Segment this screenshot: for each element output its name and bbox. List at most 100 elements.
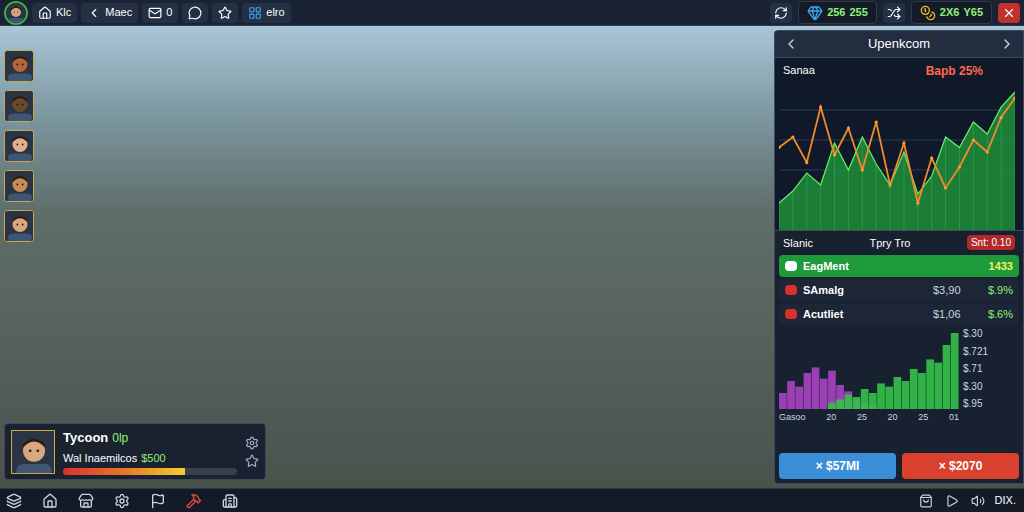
player-amount: $500: [141, 450, 165, 467]
portrait-icon: [6, 3, 26, 23]
player-name: Tycoon: [63, 428, 108, 448]
bottom-nav-button[interactable]: [4, 491, 24, 511]
player-card[interactable]: Tycoon0lpWal Inaemilcos$500: [4, 423, 266, 480]
section-header: SlanicTpry TroSnt: 0.10: [775, 230, 1023, 256]
mail-icon: [148, 6, 162, 20]
top-nav-label: elro: [266, 4, 284, 21]
top-nav-item[interactable]: [212, 3, 238, 23]
panel-title: Upenkcom: [868, 34, 930, 54]
x-tick: 25: [857, 411, 867, 425]
volume-row: $.30 $.721 $.71 $.30 $.95: [779, 329, 1019, 409]
top-nav-label: Maec: [105, 4, 132, 21]
back-icon: [999, 36, 1015, 52]
bottom-bar: DIX.: [0, 488, 1024, 512]
volume-block: $.30$.721$.71$.30$.95Gasoo2025202501: [775, 325, 1023, 449]
x-tick: 20: [826, 411, 836, 425]
x-axis: Gasoo2025202501: [779, 409, 959, 425]
chat-icon: [188, 6, 202, 20]
resource-rate: Y65: [963, 4, 983, 21]
portrait-icon: [5, 91, 34, 121]
store-icon: [78, 493, 94, 509]
refresh-icon: [774, 6, 788, 20]
y-tick: $.721: [963, 347, 1015, 357]
shuffle-icon: [887, 6, 901, 20]
chart-block: Sanaa Bapb 25%: [775, 58, 1023, 230]
bottom-control-button[interactable]: [917, 492, 935, 510]
price-chart: [779, 80, 1015, 230]
stock-row[interactable]: Acutliet$1,06$.6%: [779, 303, 1019, 325]
portrait-list: [4, 50, 774, 242]
player-progress-fill: [63, 468, 185, 475]
bottom-nav-button[interactable]: [40, 491, 60, 511]
top-nav-item[interactable]: [182, 3, 208, 23]
top-nav-label: 0: [166, 4, 172, 21]
chart-header: Sanaa Bapb 25%: [779, 62, 1019, 80]
portrait-card[interactable]: [4, 130, 34, 162]
portrait-card[interactable]: [4, 210, 34, 242]
back-icon: [783, 36, 799, 52]
shuffle-button[interactable]: [883, 3, 905, 23]
player-info: Tycoon0lpWal Inaemilcos$500: [63, 428, 237, 475]
close-button[interactable]: [998, 3, 1020, 23]
portrait-icon: [5, 131, 34, 161]
portrait-card[interactable]: [4, 90, 34, 122]
player-avatar[interactable]: [4, 1, 28, 25]
star-icon: [245, 454, 259, 468]
top-nav-item[interactable]: 0: [142, 3, 178, 23]
top-nav-item[interactable]: elro: [242, 3, 290, 23]
layers-icon: [6, 493, 22, 509]
bottom-nav-button[interactable]: [184, 491, 204, 511]
portrait-card[interactable]: [4, 50, 34, 82]
stock-change: $.6%: [979, 306, 1013, 323]
hammer-icon: [186, 493, 202, 509]
panel-header: Upenkcom: [775, 31, 1023, 58]
player-tag: 0lp: [112, 429, 128, 447]
trade-button[interactable]: × $2070: [902, 453, 1019, 479]
resource-amount: 256: [827, 4, 845, 21]
coin-icon: [920, 5, 936, 21]
top-nav-item[interactable]: Klc: [32, 3, 77, 23]
bottom-nav-button[interactable]: [220, 491, 240, 511]
section-badge: Snt: 0.10: [967, 235, 1015, 250]
top-nav-label: Klc: [56, 4, 71, 21]
building-icon: [222, 493, 238, 509]
stock-row[interactable]: SAmalg$3,90$.9%: [779, 279, 1019, 301]
y-tick: $.71: [963, 364, 1015, 374]
bottom-control-button[interactable]: [943, 492, 961, 510]
city-view[interactable]: Tycoon0lpWal Inaemilcos$500 Upenkcom Sanaa…: [0, 26, 1024, 488]
player-actions: [245, 436, 259, 468]
section-title: Slanic: [783, 235, 813, 252]
chart-label: Sanaa: [783, 62, 815, 79]
bottom-control-button[interactable]: [969, 492, 987, 510]
bottom-nav-button[interactable]: [112, 491, 132, 511]
home-icon: [38, 6, 52, 20]
bottom-right-group: DIX.: [917, 492, 1020, 510]
portrait-icon: [5, 171, 34, 201]
volume-chart: [779, 329, 959, 409]
y-axis: $.30 $.721 $.71 $.30 $.95: [963, 329, 1015, 409]
refresh-button[interactable]: [770, 3, 792, 23]
y-tick: $.95: [963, 399, 1015, 409]
player-name-row: Tycoon0lp: [63, 428, 237, 448]
home-icon: [42, 493, 58, 509]
y-tick: $.30: [963, 329, 1015, 339]
chart-change: Bapb 25%: [926, 62, 983, 80]
portrait-card[interactable]: [4, 170, 34, 202]
stock-name: EagMent: [803, 258, 983, 275]
resource-counter: 256255: [798, 1, 877, 24]
stock-price: $1,06: [933, 306, 973, 323]
close-icon: [1002, 6, 1016, 20]
stock-value: 1433: [989, 258, 1013, 275]
y-tick: $.30: [963, 382, 1015, 392]
volume-icon: [971, 494, 985, 508]
top-nav-item[interactable]: Maec: [81, 3, 138, 23]
bottom-nav-button[interactable]: [76, 491, 96, 511]
game-screen: KlcMaec0elro2562552X6Y65Tycoon0lpWal Ina…: [0, 0, 1024, 512]
bottom-nav-button[interactable]: [148, 491, 168, 511]
trade-button[interactable]: × $57MI: [779, 453, 896, 479]
top-left-group: Klc Maec 0 elro: [4, 1, 291, 25]
stock-row[interactable]: EagMent 1433: [779, 255, 1019, 277]
x-tick: 01: [949, 411, 959, 425]
panel-buttons: × $57MI× $2070: [775, 449, 1023, 483]
settings-icon: [245, 436, 259, 450]
